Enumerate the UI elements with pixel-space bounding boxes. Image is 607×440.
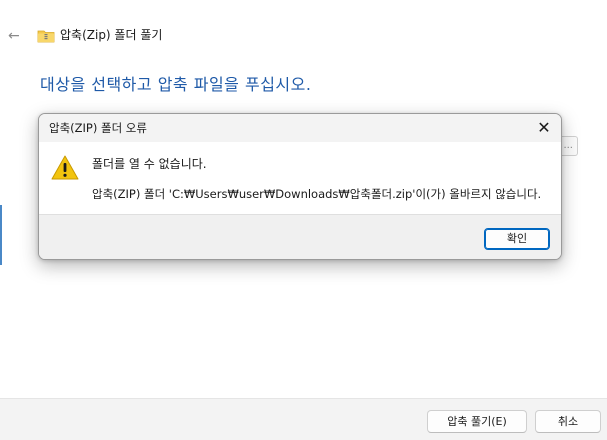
ok-button[interactable]: 확인 [484,228,550,250]
error-detail: 압축(ZIP) 폴더 'C:₩Users₩user₩Downloads₩압축폴더… [92,187,542,201]
dialog-titlebar: 압축(ZIP) 폴더 오류 ✕ [39,114,561,142]
error-message: 폴더를 열 수 없습니다. [92,157,207,171]
dialog-title: 압축(ZIP) 폴더 오류 [49,121,147,135]
dialog-body: 폴더를 열 수 없습니다. 압축(ZIP) 폴더 'C:₩Users₩user₩… [39,142,561,214]
error-dialog: 압축(ZIP) 폴더 오류 ✕ 폴더를 열 수 없습니다. 압축(ZIP) 폴더… [38,113,562,260]
dialog-footer: 확인 [39,214,561,259]
wizard-heading: 대상을 선택하고 압축 파일을 푸십시오. [40,75,312,94]
wizard-footer: 압축 풀기(E) 취소 [0,398,607,440]
warning-icon [51,154,79,182]
zip-folder-icon [37,28,55,43]
arrow-left-icon[interactable]: ← [8,28,24,44]
wizard-titlebar: ← 압축(Zip) 폴더 풀기 [0,18,607,52]
extract-button[interactable]: 압축 풀기(E) [427,410,527,433]
wizard-title: 압축(Zip) 폴더 풀기 [60,28,163,42]
left-edge-accent [0,205,2,265]
close-icon[interactable]: ✕ [533,117,555,139]
cancel-button[interactable]: 취소 [535,410,601,433]
